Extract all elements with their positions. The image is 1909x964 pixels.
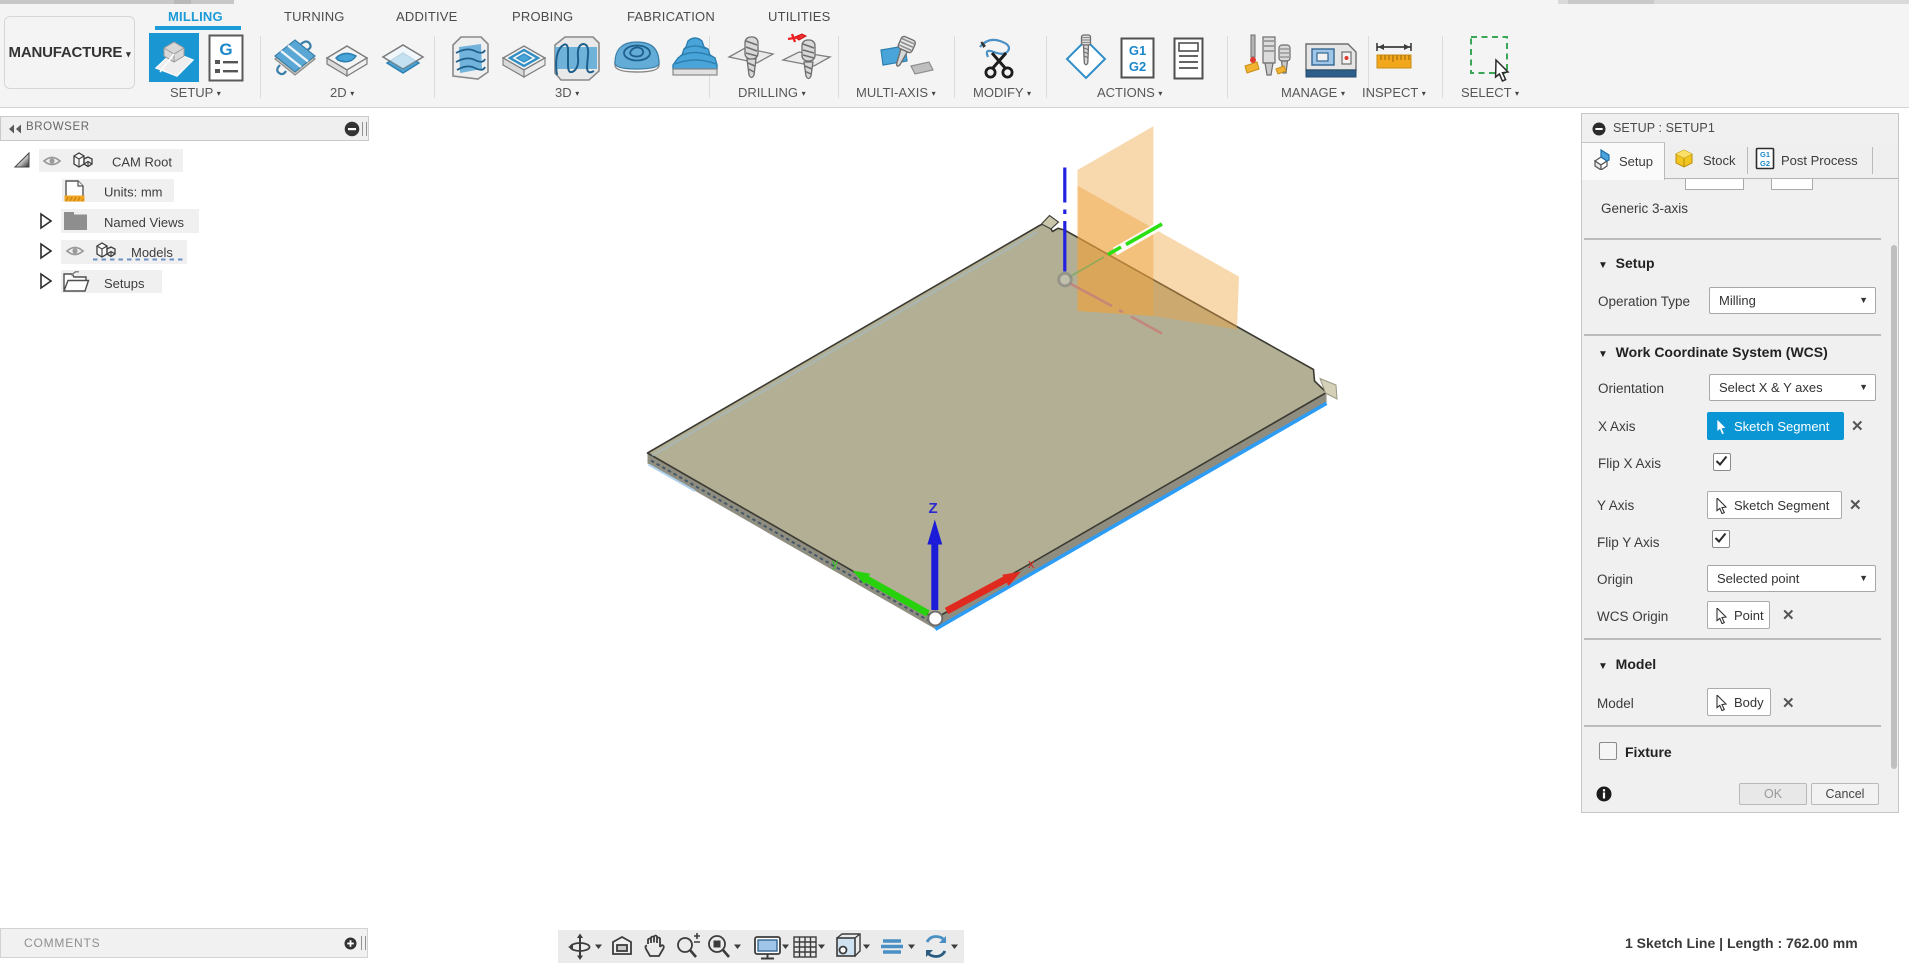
svg-text:Setups: Setups	[104, 276, 145, 291]
svg-text:Models: Models	[131, 245, 173, 260]
svg-text:G1: G1	[1129, 43, 1146, 58]
svg-text:x: x	[1028, 556, 1035, 571]
svg-text:Units: mm: Units: mm	[104, 185, 163, 200]
svg-text:CAM Root: CAM Root	[112, 155, 172, 170]
svg-text:G2: G2	[1760, 159, 1770, 168]
svg-text:G1: G1	[1760, 150, 1770, 159]
svg-text:G2: G2	[1129, 59, 1146, 74]
svg-text:Z: Z	[929, 500, 938, 517]
svg-text:y: y	[832, 556, 838, 570]
svg-text:Named Views: Named Views	[104, 215, 184, 230]
svg-text:G: G	[219, 40, 232, 59]
